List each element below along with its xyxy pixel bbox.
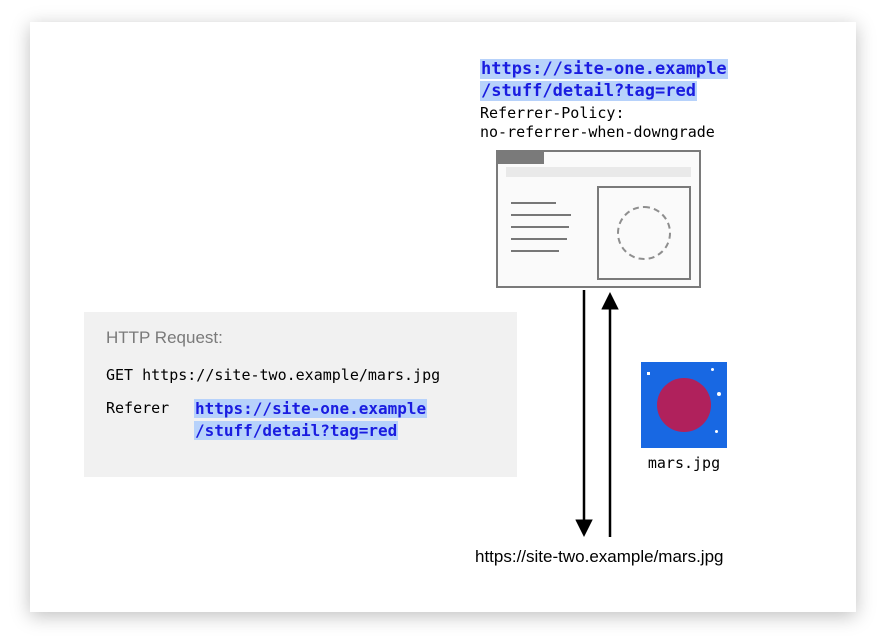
text-line-icon <box>511 214 571 216</box>
image-placeholder-box <box>597 186 691 280</box>
referer-header-label: Referer <box>106 398 188 417</box>
star-icon <box>717 392 721 396</box>
referer-header-value: https://site-one.example /stuff/detail?t… <box>194 398 427 441</box>
text-line-icon <box>511 202 556 204</box>
http-request-panel: HTTP Request: GET https://site-two.examp… <box>84 312 517 477</box>
planet-icon <box>657 378 711 432</box>
referer-value-line2: /stuff/detail?tag=red <box>194 421 398 440</box>
star-icon <box>715 430 718 433</box>
browser-mockup <box>496 150 701 288</box>
text-line-icon <box>511 250 559 252</box>
star-icon <box>647 372 650 375</box>
referrer-policy: Referrer-Policy: no-referrer-when-downgr… <box>480 104 715 142</box>
text-line-icon <box>511 226 569 228</box>
destination-url: https://site-two.example/mars.jpg <box>475 547 723 567</box>
referrer-policy-label: Referrer-Policy: <box>480 104 625 122</box>
mars-image-tile <box>641 362 727 448</box>
referer-value-line1: https://site-one.example <box>194 399 427 418</box>
browser-tab-icon <box>496 150 544 164</box>
mars-caption: mars.jpg <box>641 454 727 472</box>
diagram-canvas: https://site-one.example /stuff/detail?t… <box>30 22 856 612</box>
star-icon <box>711 368 714 371</box>
http-get-line: GET https://site-two.example/mars.jpg <box>106 366 495 384</box>
http-request-title: HTTP Request: <box>106 328 495 348</box>
source-url-line1: https://site-one.example <box>480 59 728 79</box>
browser-address-bar <box>506 167 691 177</box>
referrer-policy-value: no-referrer-when-downgrade <box>480 123 715 141</box>
text-line-icon <box>511 238 567 240</box>
source-url: https://site-one.example /stuff/detail?t… <box>480 58 780 102</box>
image-placeholder-icon <box>617 206 671 260</box>
source-url-line2: /stuff/detail?tag=red <box>480 81 697 101</box>
